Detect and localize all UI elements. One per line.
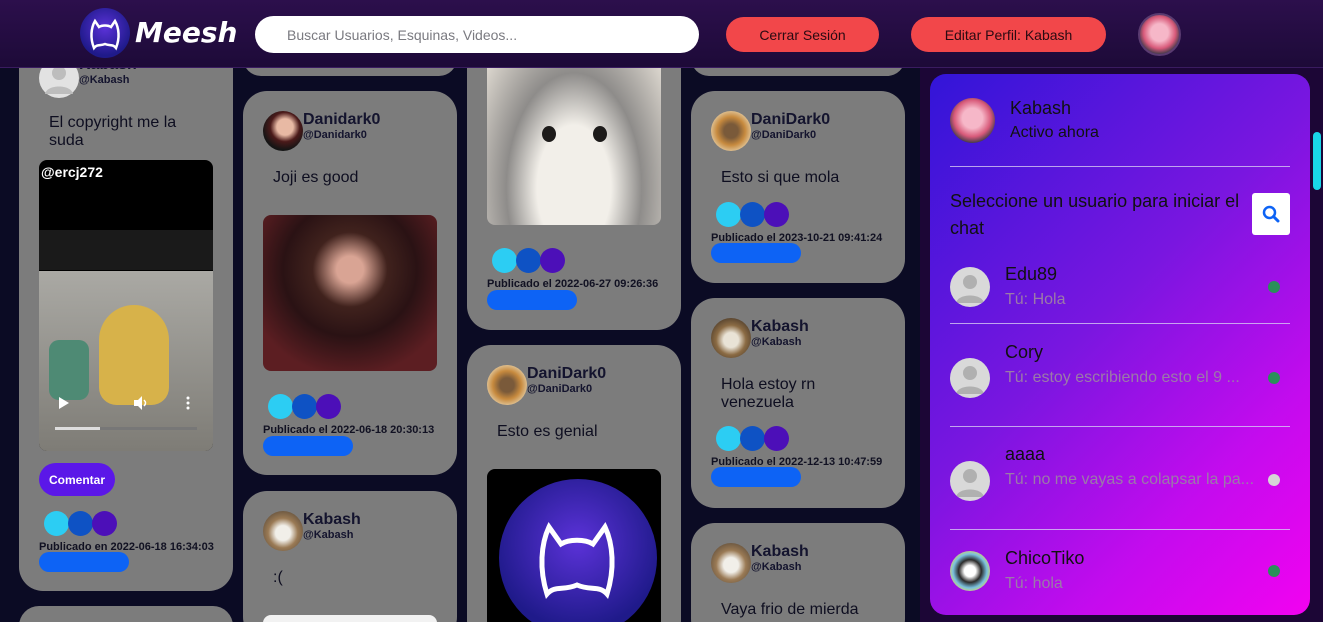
current-user-status: Activo ahora (1010, 124, 1099, 141)
user-avatar[interactable] (263, 111, 303, 151)
post-author-name[interactable]: Kabash (303, 511, 361, 529)
chat-user-item[interactable]: ChicoTiko Tú: hola (950, 548, 1290, 608)
reaction-buttons[interactable] (492, 248, 592, 274)
chat-user-name: ChicoTiko (1005, 548, 1085, 568)
post-card: DaniDark0 @DaniDark0 Esto si que mola Pu… (691, 91, 905, 283)
volume-icon[interactable] (133, 395, 149, 411)
post-author-handle: @Kabash (751, 336, 802, 348)
post-author-handle: @Kabash (79, 74, 130, 86)
video-progress-bar[interactable] (55, 427, 197, 430)
post-date: Publicado el 2022-06-27 09:26:36 (487, 278, 659, 290)
post-text: Esto si que mola (721, 169, 840, 186)
chat-last-message: Tú: no me vayas a colapsar la pa... (1005, 471, 1255, 488)
play-icon[interactable] (57, 396, 71, 410)
comment-button[interactable]: Comentar (39, 463, 115, 496)
logout-button[interactable]: Cerrar Sesión (726, 17, 879, 52)
divider (950, 529, 1290, 530)
post-text: Hola estoy rn venezuela (721, 376, 816, 411)
post-author-handle: @DaniDark0 (527, 383, 593, 395)
post-card: Kabash @Kabash Vaya frio de mierda (691, 523, 905, 622)
action-pill-button[interactable] (39, 552, 129, 572)
post-card: Kabash @Kabash :( (243, 491, 457, 622)
current-user-name: Kabash (1010, 98, 1072, 118)
user-avatar[interactable] (263, 511, 303, 551)
user-avatar[interactable] (711, 111, 751, 151)
chat-user-name: Edu89 (1005, 264, 1058, 284)
chat-last-message: Tú: hola (1005, 575, 1063, 592)
search-input[interactable] (255, 16, 699, 53)
action-pill-button[interactable] (263, 436, 353, 456)
chat-user-avatar (950, 267, 990, 307)
post-author-name[interactable]: DaniDark0 (527, 365, 606, 383)
search-icon (1262, 205, 1280, 223)
post-author-handle: @Danidark0 (303, 129, 367, 141)
reaction-buttons[interactable] (716, 426, 816, 452)
chat-prompt: Seleccione un usuario para iniciar el ch… (950, 191, 1240, 238)
post-text: Esto es genial (497, 423, 598, 440)
post-card (19, 606, 233, 622)
chat-user-item[interactable]: Cory Tú: estoy escribiendo esto el 9 ... (950, 342, 1290, 422)
chat-user-item[interactable]: Edu89 Tú: Hola (950, 264, 1290, 324)
chat-last-message: Tú: estoy escribiendo esto el 9 ... (1005, 369, 1240, 386)
action-pill-button[interactable] (711, 467, 801, 487)
more-options-icon[interactable] (185, 395, 191, 411)
scrollbar-thumb[interactable] (1313, 132, 1321, 190)
post-author-handle: @DaniDark0 (751, 129, 817, 141)
post-date: Publicado el 2022-06-18 20:30:13 (263, 424, 435, 436)
reaction-buttons[interactable] (716, 202, 816, 228)
post-text: Joji es good (273, 169, 359, 186)
post-image[interactable] (263, 215, 437, 371)
post-card: Kabash @Kabash Hola estoy rn venezuela P… (691, 298, 905, 508)
chat-user-avatar (950, 461, 990, 501)
post-author-name[interactable]: Kabash (751, 543, 809, 561)
post-text: El copyright me la suda (49, 114, 177, 149)
post-image[interactable] (487, 469, 661, 622)
post-text: :( (273, 569, 283, 586)
meesh-logo-icon[interactable] (80, 8, 130, 58)
profile-avatar[interactable] (1138, 13, 1181, 56)
post-author-name[interactable]: DaniDark0 (751, 111, 830, 129)
chat-user-name: aaaa (1005, 444, 1046, 464)
post-author-name[interactable]: Kabash (751, 318, 809, 336)
online-status-dot (1268, 281, 1280, 293)
online-status-dot (1268, 565, 1280, 577)
post-card: Danidark0 @Danidark0 Joji es good Public… (243, 91, 457, 475)
current-user-avatar (950, 98, 995, 143)
post-author-name[interactable]: Danidark0 (303, 111, 380, 129)
user-avatar[interactable] (711, 318, 751, 358)
post-author-handle: @Kabash (303, 529, 354, 541)
reaction-buttons[interactable] (268, 394, 368, 420)
post-card: DaniDark0 @DaniDark0 Esto es genial (467, 345, 681, 622)
divider (950, 426, 1290, 427)
edit-profile-button[interactable]: Editar Perfil: Kabash (911, 17, 1106, 52)
divider (950, 166, 1290, 167)
reaction-buttons[interactable] (44, 511, 144, 537)
user-avatar[interactable] (711, 543, 751, 583)
chat-last-message: Tú: Hola (1005, 291, 1066, 308)
top-header: Meesh Cerrar Sesión Editar Perfil: Kabas… (0, 0, 1323, 68)
post-card: Publicado el 2022-06-27 09:26:36 (467, 40, 681, 330)
post-author-handle: @Kabash (751, 561, 802, 573)
video-watermark: @ercj272 (41, 164, 103, 180)
post-card: Kabash @Kabash El copyright me la suda @… (19, 40, 233, 591)
chat-user-name: Cory (1005, 342, 1044, 362)
post-image[interactable] (263, 615, 437, 622)
action-pill-button[interactable] (711, 243, 801, 263)
chat-user-avatar (950, 551, 990, 591)
divider (950, 323, 1290, 324)
post-video[interactable]: @ercj272 (39, 160, 213, 451)
offline-status-dot (1268, 474, 1280, 486)
action-pill-button[interactable] (487, 290, 577, 310)
post-text: Vaya frio de mierda (721, 601, 859, 618)
chat-user-item[interactable]: aaaa Tú: no me vayas a colapsar la pa... (950, 444, 1290, 524)
chat-panel: Kabash Activo ahora Seleccione un usuari… (930, 74, 1310, 615)
logo-text[interactable]: Meesh (135, 16, 237, 49)
user-avatar[interactable] (487, 365, 527, 405)
chat-user-avatar (950, 358, 990, 398)
chat-search-button[interactable] (1252, 193, 1290, 235)
online-status-dot (1268, 372, 1280, 384)
